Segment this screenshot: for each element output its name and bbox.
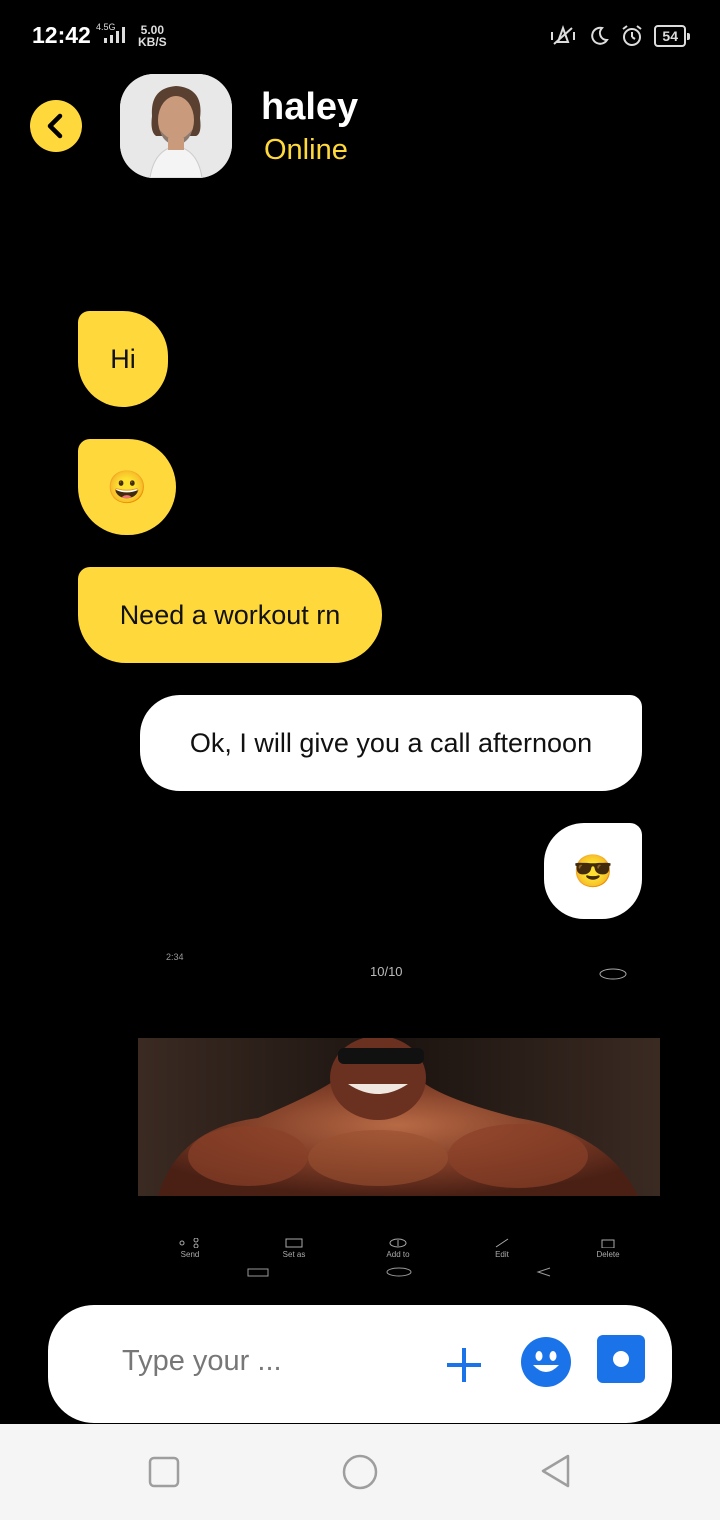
- smiley-icon: [533, 1351, 559, 1372]
- back-nav-icon[interactable]: [538, 1453, 572, 1489]
- message-emoji: 😎: [573, 853, 613, 889]
- network-speed: 5.00 KB/S: [138, 24, 167, 48]
- camera-icon: [613, 1351, 629, 1367]
- contact-status: Online: [264, 134, 348, 166]
- plus-icon[interactable]: [444, 1345, 484, 1385]
- info-icon: [599, 968, 627, 980]
- signal-icon: [104, 27, 125, 43]
- battery-level: 54: [654, 25, 686, 47]
- message-outgoing[interactable]: Ok, I will give you a call afternoon: [140, 695, 642, 791]
- edit-icon: [495, 1238, 509, 1248]
- back-button[interactable]: [30, 100, 82, 152]
- battery-icon: [687, 32, 690, 40]
- image-counter: 10/10: [370, 964, 403, 979]
- message-incoming[interactable]: Need a workout rn: [78, 567, 382, 663]
- add-to-label: Add to: [386, 1250, 410, 1259]
- chevron-left-icon: [47, 113, 63, 139]
- alarm-icon: [622, 25, 643, 46]
- status-icons: 54: [548, 24, 690, 48]
- camera-button[interactable]: [597, 1335, 645, 1383]
- edit-label: Edit: [495, 1250, 509, 1259]
- set-as-label: Set as: [282, 1250, 306, 1259]
- edit-action: Edit: [472, 1238, 532, 1259]
- set-as-action: Set as: [264, 1238, 324, 1259]
- message-outgoing[interactable]: 😎: [544, 823, 642, 919]
- add-to-action: Add to: [368, 1238, 428, 1259]
- speed-unit: KB/S: [138, 35, 167, 49]
- emoji-button[interactable]: [521, 1337, 571, 1387]
- mini-nav-icons: [247, 1267, 551, 1277]
- recents-icon[interactable]: [148, 1456, 180, 1488]
- vibrate-icon: [551, 25, 576, 45]
- status-time: 12:42: [32, 22, 91, 48]
- message-emoji: 😀: [107, 469, 147, 505]
- message-input[interactable]: Type your ...: [122, 1345, 282, 1378]
- avatar-photo: [120, 74, 232, 178]
- system-nav-bar: [0, 1424, 720, 1520]
- trash-icon: [601, 1239, 615, 1249]
- contact-avatar[interactable]: [120, 74, 232, 178]
- moon-icon: [591, 26, 610, 45]
- send-label: Send: [180, 1250, 200, 1259]
- message-incoming[interactable]: Hi: [78, 311, 168, 407]
- delete-label: Delete: [596, 1250, 620, 1259]
- message-image[interactable]: [138, 1036, 660, 1196]
- message-incoming[interactable]: 😀: [78, 439, 176, 535]
- message-composer: Type your ...: [48, 1305, 672, 1423]
- image-mini-time: 2:34: [166, 952, 184, 962]
- message-text: Hi: [110, 343, 136, 374]
- contact-name: haley: [261, 86, 359, 128]
- set-as-icon: [285, 1238, 303, 1248]
- share-icon: [179, 1237, 199, 1249]
- message-text: Need a workout rn: [119, 599, 341, 630]
- bodybuilder-photo: [138, 1036, 660, 1196]
- message-text: Ok, I will give you a call afternoon: [189, 727, 593, 758]
- add-icon: [389, 1238, 407, 1248]
- send-action: Send: [160, 1237, 220, 1259]
- delete-action: Delete: [578, 1238, 638, 1259]
- home-icon[interactable]: [341, 1453, 379, 1491]
